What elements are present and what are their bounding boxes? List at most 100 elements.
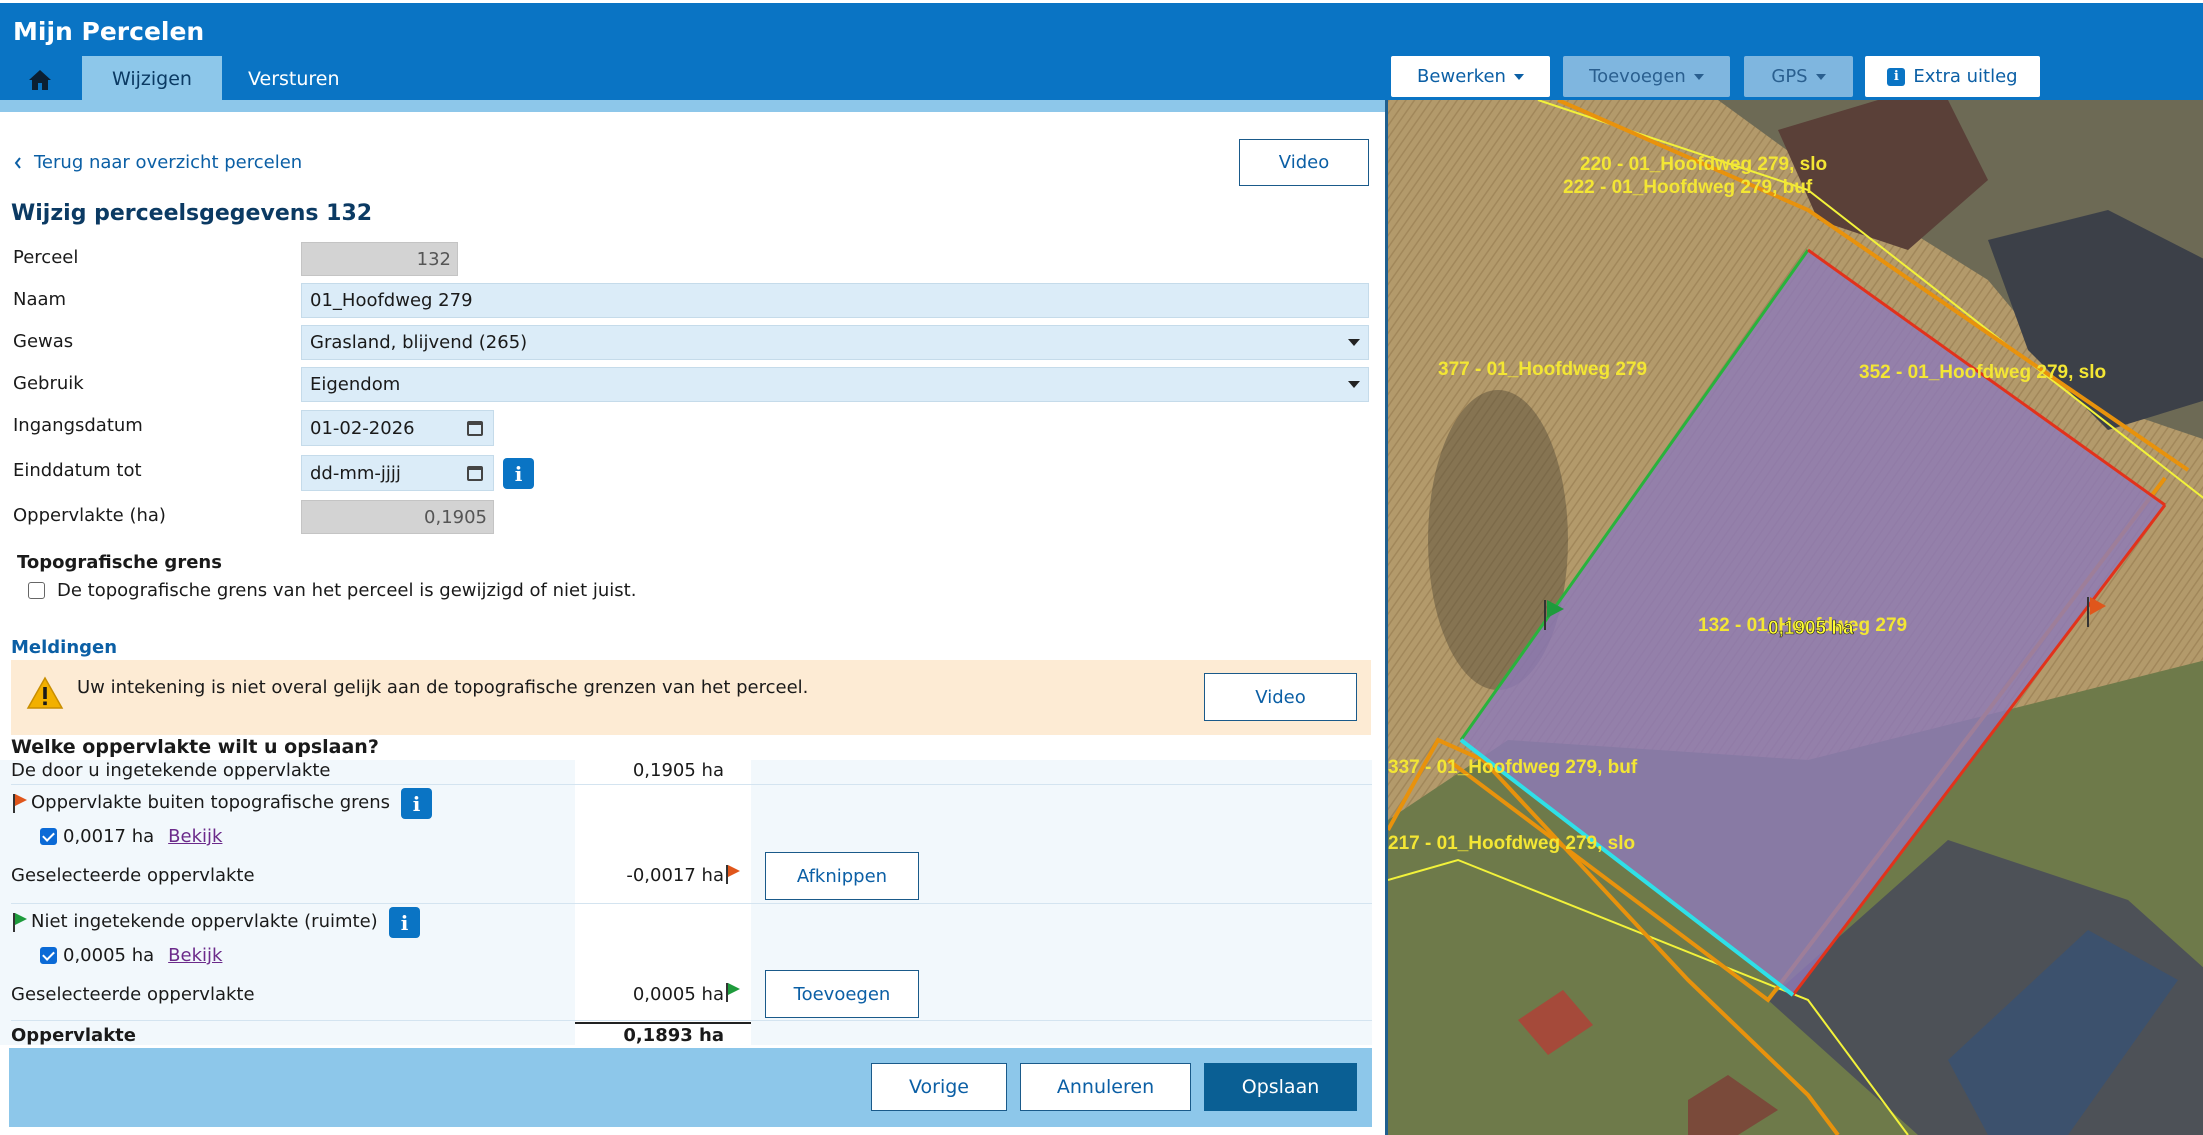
tab-home[interactable] — [0, 56, 80, 103]
missing-bekijk-link[interactable]: Bekijk — [168, 945, 222, 966]
oppervlakte-field: 0,1905 — [301, 500, 494, 534]
ingangsdatum-input[interactable]: 01-02-2026 — [301, 410, 494, 446]
green-flag-icon — [11, 912, 29, 932]
map-label: 217 - 01_Hoofdweg 279, slo — [1388, 833, 1635, 854]
map-view[interactable]: 220 - 01_Hoofdweg 279, slo 222 - 01_Hoof… — [1385, 100, 2203, 1135]
total-area-value: 0,1893 ha — [623, 1025, 724, 1046]
gps-dropdown[interactable]: GPS — [1744, 56, 1853, 97]
vorige-button[interactable]: Vorige — [871, 1063, 1007, 1111]
einddatum-input[interactable]: dd-mm-jjjj — [301, 455, 494, 491]
topo-heading: Topografische grens — [17, 552, 222, 573]
ingangsdatum-label: Ingangsdatum — [13, 415, 143, 436]
missing-area-label: Niet ingetekende oppervlakte (ruimte) — [31, 911, 378, 932]
opslaan-button[interactable]: Opslaan — [1204, 1063, 1357, 1111]
total-area-label: Oppervlakte — [11, 1025, 136, 1046]
caret-down-icon — [1513, 73, 1524, 80]
ingangsdatum-value: 01-02-2026 — [310, 417, 415, 439]
total-divider — [575, 1022, 751, 1024]
einddatum-placeholder: dd-mm-jjjj — [310, 462, 401, 484]
caret-down-icon — [1693, 73, 1704, 80]
toevoegen-label: Toevoegen — [1589, 66, 1686, 87]
warning-video-button[interactable]: Video — [1204, 673, 1357, 721]
missing-info-button[interactable]: i — [389, 907, 420, 938]
green-flag-icon — [724, 982, 742, 1002]
extra-uitleg-label: Extra uitleg — [1913, 66, 2018, 87]
drawn-area-label: De door u ingetekende oppervlakte — [11, 760, 331, 781]
outside-selected-label: Geselecteerde oppervlakte — [11, 865, 255, 886]
row-divider — [11, 903, 1372, 904]
missing-item-value: 0,0005 ha — [63, 945, 155, 966]
info-icon: i — [1887, 67, 1906, 86]
app-title: Mijn Percelen — [13, 17, 205, 46]
extra-uitleg-button[interactable]: i Extra uitleg — [1865, 56, 2040, 97]
row-divider — [11, 1020, 1372, 1021]
outside-item-value: 0,0017 ha — [63, 826, 155, 847]
aerial-map[interactable]: 220 - 01_Hoofdweg 279, slo 222 - 01_Hoof… — [1388, 100, 2203, 1135]
tab-versturen[interactable]: Versturen — [218, 56, 370, 103]
gps-label: GPS — [1771, 66, 1808, 87]
outside-bekijk-link[interactable]: Bekijk — [168, 826, 222, 847]
back-to-overview-link[interactable]: Terug naar overzicht percelen — [14, 152, 302, 173]
save-question: Welke oppervlakte wilt u opslaan? — [11, 736, 379, 758]
dropdown-caret-icon — [1348, 339, 1360, 346]
video-button[interactable]: Video — [1239, 139, 1369, 186]
bewerken-label: Bewerken — [1417, 66, 1506, 87]
bewerken-dropdown[interactable]: Bewerken — [1391, 56, 1550, 97]
afknippen-button[interactable]: Afknippen — [765, 852, 919, 900]
warning-alert: Uw intekening is niet overal gelijk aan … — [11, 660, 1371, 735]
annuleren-button[interactable]: Annuleren — [1020, 1063, 1191, 1111]
outside-selected-value: -0,0017 ha — [626, 865, 724, 886]
missing-area-heading: Niet ingetekende oppervlakte (ruimte) — [11, 911, 378, 932]
page-title: Wijzig perceelsgegevens 132 — [11, 201, 373, 226]
map-label: 222 - 01_Hoofdweg 279, buf — [1563, 177, 1813, 198]
gebruik-select[interactable]: Eigendom — [301, 367, 1369, 402]
tab-wijzigen[interactable]: Wijzigen — [82, 56, 222, 103]
perceel-field: 132 — [301, 242, 458, 276]
map-label: 220 - 01_Hoofdweg 279, slo — [1580, 154, 1827, 175]
warning-text: Uw intekening is niet overal gelijk aan … — [77, 677, 809, 698]
map-label: 337 - 01_Hoofdweg 279, buf — [1388, 757, 1638, 778]
map-area-label: 0,1905 ha — [1768, 618, 1854, 639]
map-label: 377 - 01_Hoofdweg 279 — [1438, 359, 1647, 380]
toevoegen-dropdown[interactable]: Toevoegen — [1563, 56, 1730, 97]
gewas-selected-value: Grasland, blijvend (265) — [310, 332, 528, 353]
oppervlakte-label: Oppervlakte (ha) — [13, 505, 166, 526]
outside-info-button[interactable]: i — [401, 788, 432, 819]
gebruik-label: Gebruik — [13, 373, 84, 394]
calendar-icon[interactable] — [467, 420, 483, 436]
meldingen-heading: Meldingen — [11, 637, 118, 658]
home-icon — [29, 69, 51, 90]
dropdown-caret-icon — [1348, 381, 1360, 388]
red-flag-icon — [724, 864, 742, 884]
gebruik-selected-value: Eigendom — [310, 374, 401, 395]
missing-item-checkbox[interactable] — [40, 947, 57, 964]
missing-selected-label: Geselecteerde oppervlakte — [11, 984, 255, 1005]
outside-area-label: Oppervlakte buiten topografische grens — [31, 792, 391, 813]
caret-down-icon — [1815, 73, 1826, 80]
einddatum-info-button[interactable]: i — [503, 458, 534, 489]
outside-area-heading: Oppervlakte buiten topografische grens — [11, 792, 390, 813]
chevron-left-icon — [14, 156, 21, 169]
map-label: 352 - 01_Hoofdweg 279, slo — [1859, 362, 2106, 383]
drawn-area-value: 0,1905 ha — [632, 760, 724, 781]
back-link-label: Terug naar overzicht percelen — [34, 152, 303, 173]
tab-underline-strip — [0, 100, 1385, 112]
missing-item-row: 0,0005 ha Bekijk — [40, 945, 222, 966]
naam-label: Naam — [13, 289, 67, 310]
topo-checkbox-row[interactable]: De topografische grens van het perceel i… — [28, 580, 636, 601]
gewas-select[interactable]: Grasland, blijvend (265) — [301, 325, 1369, 360]
outside-item-checkbox[interactable] — [40, 828, 57, 845]
naam-input[interactable]: 01_Hoofdweg 279 — [301, 283, 1369, 318]
topo-checkbox-label: De topografische grens van het perceel i… — [57, 580, 637, 601]
outside-item-row: 0,0017 ha Bekijk — [40, 826, 222, 847]
missing-selected-value: 0,0005 ha — [632, 984, 724, 1005]
perceel-label: Perceel — [13, 247, 79, 268]
red-flag-icon — [11, 793, 29, 813]
warning-icon — [26, 676, 64, 709]
topo-checkbox[interactable] — [28, 582, 45, 599]
toevoegen-button[interactable]: Toevoegen — [765, 970, 919, 1018]
app-header: Mijn Percelen Wijzigen Versturen Bewerke… — [0, 0, 2203, 103]
einddatum-label: Einddatum tot — [13, 460, 142, 481]
row-divider — [11, 784, 1372, 785]
calendar-icon[interactable] — [467, 465, 483, 481]
